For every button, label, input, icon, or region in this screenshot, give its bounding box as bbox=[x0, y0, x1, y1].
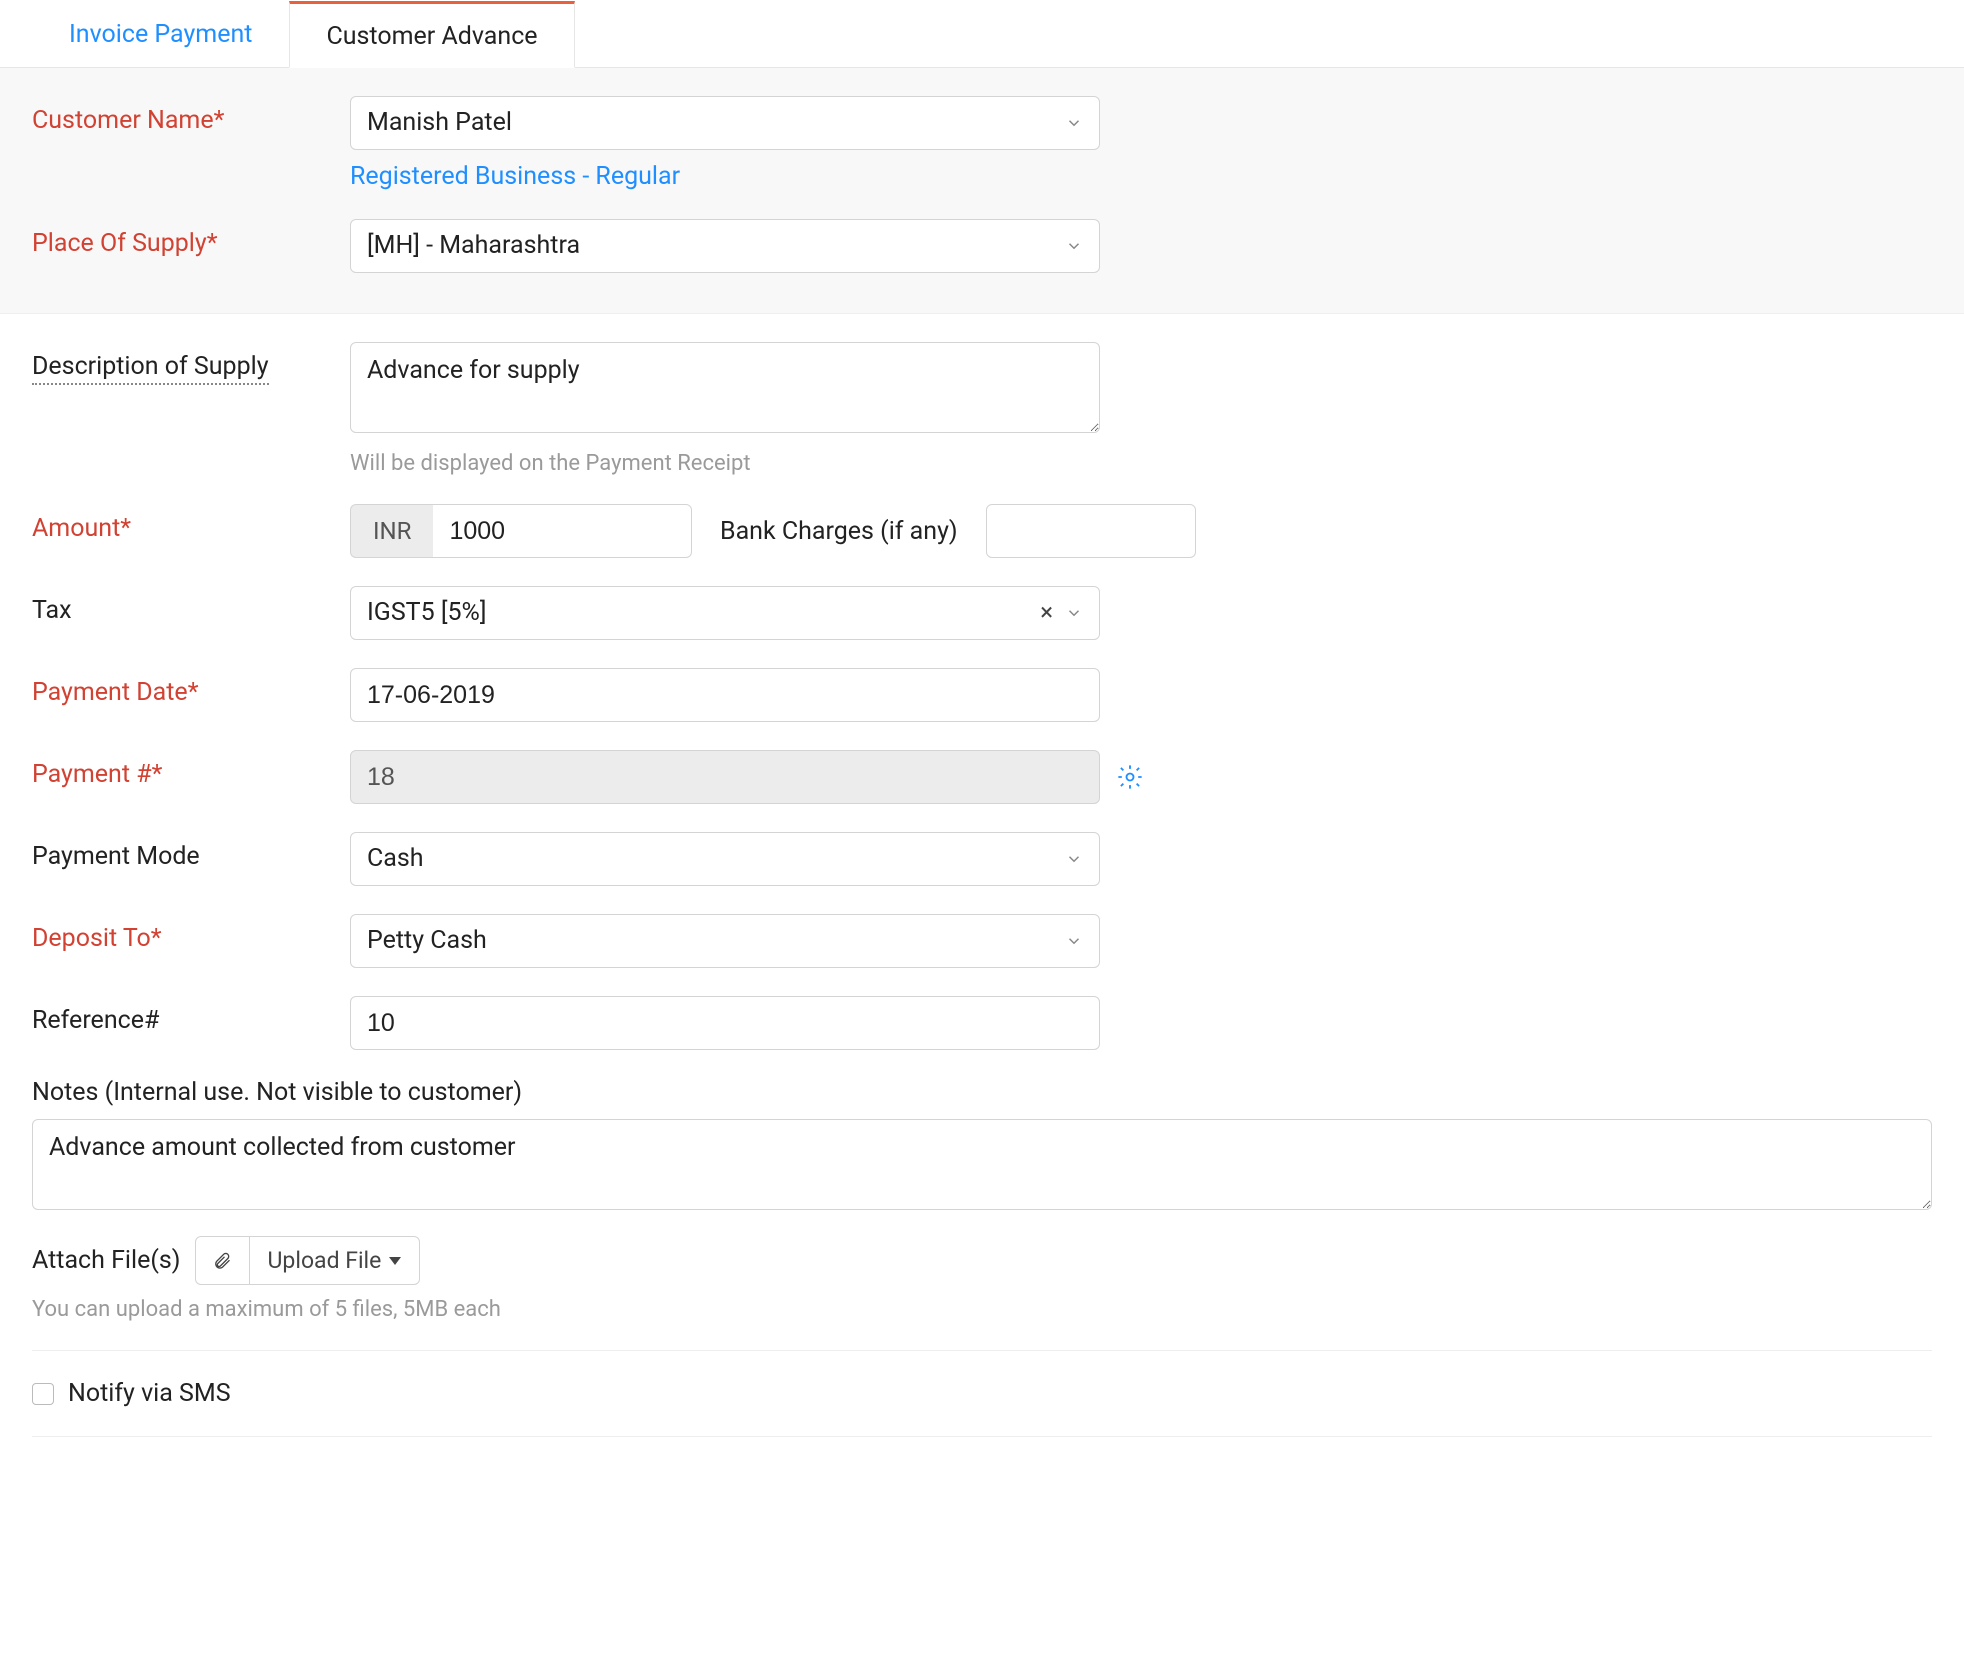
notes-input[interactable] bbox=[32, 1119, 1932, 1210]
label-reference: Reference# bbox=[32, 996, 350, 1035]
upload-hint: You can upload a maximum of 5 files, 5MB… bbox=[32, 1297, 1932, 1322]
tax-clear-icon[interactable]: × bbox=[1032, 597, 1061, 628]
caret-down-icon bbox=[389, 1257, 401, 1265]
label-payment-mode: Payment Mode bbox=[32, 832, 350, 871]
attach-icon-button[interactable] bbox=[196, 1237, 250, 1284]
label-bank-charges: Bank Charges (if any) bbox=[720, 517, 958, 546]
label-attach: Attach File(s) bbox=[32, 1246, 181, 1275]
reference-input[interactable] bbox=[350, 996, 1100, 1050]
customer-type-link[interactable]: Registered Business - Regular bbox=[350, 162, 680, 191]
gear-icon[interactable] bbox=[1116, 763, 1144, 791]
label-customer-name: Customer Name* bbox=[32, 96, 350, 135]
label-notes: Notes (Internal use. Not visible to cust… bbox=[32, 1078, 1932, 1107]
place-of-supply-select[interactable]: [MH] - Maharashtra bbox=[350, 219, 1100, 273]
label-description: Description of Supply bbox=[32, 342, 350, 385]
deposit-to-select[interactable]: Petty Cash bbox=[350, 914, 1100, 968]
bank-charges-input[interactable] bbox=[986, 504, 1196, 558]
tab-invoice-payment[interactable]: Invoice Payment bbox=[32, 1, 289, 68]
label-deposit-to: Deposit To* bbox=[32, 914, 350, 953]
label-notify-sms: Notify via SMS bbox=[68, 1379, 231, 1408]
chevron-down-icon bbox=[1065, 114, 1083, 132]
label-place-of-supply: Place Of Supply* bbox=[32, 219, 350, 258]
label-tax: Tax bbox=[32, 586, 350, 625]
chevron-down-icon bbox=[1065, 604, 1083, 622]
label-payment-date: Payment Date* bbox=[32, 668, 350, 707]
chevron-down-icon bbox=[1065, 237, 1083, 255]
payment-mode-select[interactable]: Cash bbox=[350, 832, 1100, 886]
paperclip-icon bbox=[212, 1251, 232, 1271]
upload-file-button[interactable]: Upload File bbox=[250, 1237, 420, 1284]
place-of-supply-value: [MH] - Maharashtra bbox=[367, 230, 1065, 263]
separator bbox=[32, 1436, 1932, 1437]
customer-name-select[interactable]: Manish Patel bbox=[350, 96, 1100, 150]
tabs: Invoice Payment Customer Advance bbox=[0, 0, 1964, 68]
upload-file-label: Upload File bbox=[268, 1247, 382, 1274]
tab-customer-advance[interactable]: Customer Advance bbox=[289, 1, 574, 68]
notify-sms-checkbox[interactable] bbox=[32, 1383, 54, 1405]
payment-no-input[interactable] bbox=[350, 750, 1100, 804]
label-payment-no: Payment #* bbox=[32, 750, 350, 789]
label-amount: Amount* bbox=[32, 504, 350, 543]
deposit-to-value: Petty Cash bbox=[367, 925, 1065, 958]
chevron-down-icon bbox=[1065, 850, 1083, 868]
separator bbox=[32, 1350, 1932, 1351]
tax-value: IGST5 [5%] bbox=[367, 597, 1032, 630]
customer-name-value: Manish Patel bbox=[367, 107, 1065, 140]
description-hint: Will be displayed on the Payment Receipt bbox=[350, 451, 1100, 476]
amount-input[interactable] bbox=[433, 504, 692, 558]
chevron-down-icon bbox=[1065, 932, 1083, 950]
description-input[interactable] bbox=[350, 342, 1100, 433]
payment-mode-value: Cash bbox=[367, 843, 1065, 876]
currency-prefix: INR bbox=[350, 504, 433, 558]
tax-select[interactable]: IGST5 [5%] × bbox=[350, 586, 1100, 640]
payment-date-input[interactable] bbox=[350, 668, 1100, 722]
